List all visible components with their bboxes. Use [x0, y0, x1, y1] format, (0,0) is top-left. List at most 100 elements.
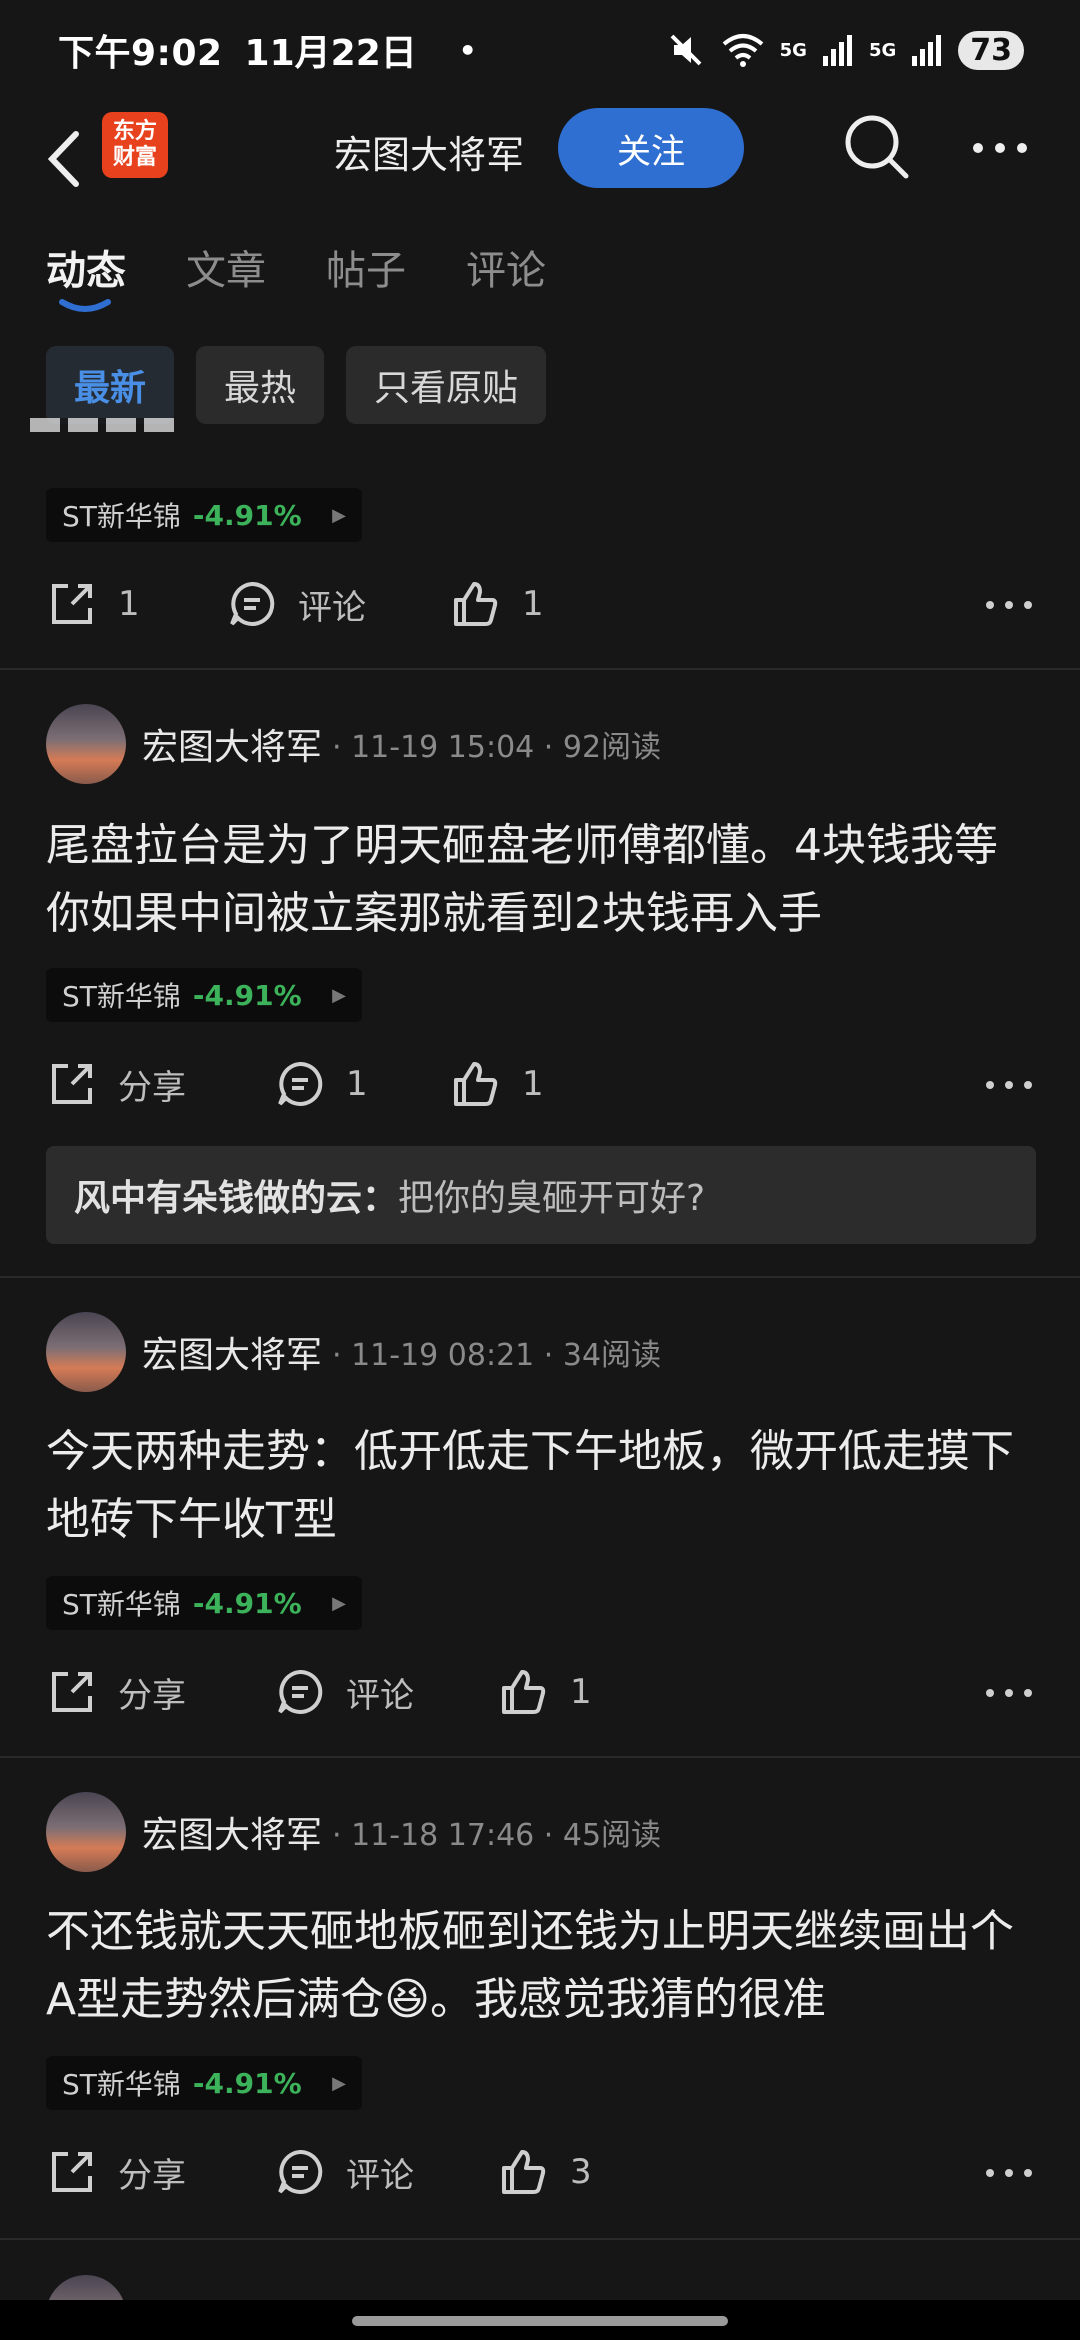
- stock-tag[interactable]: ST新华锦 -4.91% ▶: [46, 488, 362, 542]
- post-meta: · 11-19 15:04 · 92阅读: [332, 730, 662, 765]
- signal-5g-label-2: 5G: [868, 39, 897, 61]
- share-button[interactable]: 分享: [46, 1058, 186, 1110]
- like-count: 1: [522, 584, 544, 624]
- stock-change: -4.91%: [192, 1586, 302, 1620]
- post-more-icon[interactable]: [982, 1058, 1036, 1112]
- post-text[interactable]: 不还钱就天天砸地板砸到还钱为止明天继续画出个A型走势然后满仓😆。我感觉我猜的很准: [46, 1898, 1036, 2034]
- status-dot: •: [458, 33, 477, 67]
- wifi-icon: [722, 34, 763, 67]
- post-header: 宏图大将军 · 11-19 08:21 · 34阅读: [46, 1312, 661, 1392]
- post-more-icon[interactable]: [982, 2146, 1036, 2200]
- search-icon[interactable]: [842, 112, 912, 182]
- like-button[interactable]: 1: [498, 1666, 592, 1718]
- stock-change: -4.91%: [192, 498, 302, 532]
- mute-icon: [670, 34, 702, 66]
- avatar[interactable]: [46, 704, 126, 784]
- post-text[interactable]: 尾盘拉台是为了明天砸盘老师傅都懂。4块钱我等你如果中间被立案那就看到2块钱再入手: [46, 812, 1036, 948]
- avatar[interactable]: [46, 1312, 126, 1392]
- follow-button[interactable]: 关注: [558, 108, 744, 188]
- author-name[interactable]: 宏图大将军: [142, 1806, 322, 1858]
- active-tab-indicator: [59, 299, 111, 312]
- like-button[interactable]: 3: [498, 2146, 592, 2198]
- status-icons: 5G 5G 73: [666, 30, 1024, 70]
- play-arrow-icon: ▶: [332, 1592, 346, 1614]
- stock-name: ST新华锦: [62, 980, 181, 1013]
- post-actions: 1 评论 1: [46, 578, 1036, 638]
- share-icon: [52, 1672, 92, 1712]
- like-button[interactable]: 1: [450, 1058, 544, 1110]
- share-icon: [52, 2152, 92, 2192]
- comment-label: 评论: [346, 2155, 414, 2196]
- signal-icon-2: [912, 35, 942, 66]
- author-name[interactable]: 宏图大将军: [142, 718, 322, 770]
- reply-user: 风中有朵钱做的云：: [74, 1178, 399, 1219]
- comment-count: 1: [346, 1064, 368, 1104]
- tab-articles[interactable]: 文章: [186, 238, 266, 296]
- author-name[interactable]: 宏图大将军: [142, 1326, 322, 1378]
- tab-posts[interactable]: 帖子: [326, 238, 406, 296]
- share-icon: [52, 1064, 92, 1104]
- stock-tag[interactable]: ST新华锦 -4.91% ▶: [46, 1576, 362, 1630]
- battery-level: 73: [958, 30, 1024, 70]
- share-label: 分享: [118, 2155, 186, 2196]
- post-meta: · 11-19 08:21 · 34阅读: [332, 1338, 662, 1373]
- comment-button[interactable]: 1: [274, 1058, 368, 1110]
- share-label: 分享: [118, 1675, 186, 1716]
- stock-change: -4.91%: [192, 2066, 302, 2100]
- play-arrow-icon: ▶: [332, 984, 346, 1006]
- post-header: 宏图大将军 · 11-18 17:46 · 45阅读: [46, 1792, 661, 1872]
- thumbs-up-icon: [454, 582, 498, 626]
- stock-tag[interactable]: ST新华锦 -4.91% ▶: [46, 968, 362, 1022]
- tab-dynamics[interactable]: 动态: [46, 238, 126, 296]
- comment-icon: [278, 1061, 323, 1106]
- share-button[interactable]: 分享: [46, 2146, 186, 2198]
- status-bar: 下午9:02 11月22日 • 5G 5G 73: [0, 0, 1080, 100]
- thumbs-up-icon: [454, 1062, 498, 1106]
- share-label: 分享: [118, 1067, 186, 1108]
- reply-preview[interactable]: 风中有朵钱做的云： 把你的臭砸开可好?: [46, 1146, 1036, 1244]
- logo-line2: 财富: [112, 145, 157, 170]
- stock-change: -4.91%: [192, 978, 302, 1012]
- app-logo: 东方 财富: [102, 112, 168, 178]
- like-button[interactable]: 1: [450, 578, 544, 630]
- divider: [0, 668, 1080, 670]
- back-icon[interactable]: [40, 124, 88, 194]
- share-button[interactable]: 分享: [46, 1666, 186, 1718]
- comment-label: 评论: [298, 587, 366, 628]
- filter-original-only[interactable]: 只看原贴: [346, 346, 547, 424]
- signal-icon: [822, 35, 852, 66]
- filter-latest[interactable]: 最新: [46, 346, 175, 424]
- like-count: 1: [570, 1672, 592, 1712]
- stock-tag[interactable]: ST新华锦 -4.91% ▶: [46, 2056, 362, 2110]
- home-indicator[interactable]: [352, 2316, 728, 2326]
- share-button[interactable]: 1: [46, 578, 140, 630]
- more-options-icon[interactable]: [970, 126, 1030, 170]
- page-title: 宏图大将军: [334, 133, 525, 177]
- post-actions: 分享 评论 1: [46, 1666, 1036, 1726]
- avatar[interactable]: [46, 1792, 126, 1872]
- filter-hottest[interactable]: 最热: [196, 346, 325, 424]
- tab-comments[interactable]: 评论: [466, 238, 546, 296]
- post-text[interactable]: 今天两种走势：低开低走下午地板，微开低走摸下地砖下午收T型: [46, 1418, 1036, 1554]
- post-more-icon[interactable]: [982, 578, 1036, 632]
- status-date: 11月22日: [244, 33, 417, 74]
- post-actions: 分享 1 1: [46, 1058, 1036, 1118]
- tab-bar: 动态 文章 帖子 评论: [46, 238, 606, 296]
- comment-button[interactable]: 评论: [274, 2146, 414, 2198]
- stock-name: ST新华锦: [62, 2068, 181, 2101]
- play-arrow-icon: ▶: [332, 2072, 346, 2094]
- post-more-icon[interactable]: [982, 1666, 1036, 1720]
- comment-button[interactable]: 评论: [274, 1666, 414, 1718]
- like-count: 1: [522, 1064, 544, 1104]
- comment-button[interactable]: 评论: [226, 578, 366, 630]
- logo-line1: 东方: [112, 119, 157, 144]
- thumbs-up-icon: [502, 2150, 546, 2194]
- share-icon: [52, 584, 92, 624]
- signal-5g-label: 5G: [779, 39, 807, 61]
- comment-icon: [278, 2149, 323, 2194]
- reply-text: 把你的臭砸开可好?: [398, 1178, 706, 1219]
- post-meta: · 11-18 17:46 · 45阅读: [332, 1818, 662, 1853]
- comment-label: 评论: [346, 1675, 414, 1716]
- clipped-post-text: [30, 418, 180, 440]
- divider: [0, 1276, 1080, 1278]
